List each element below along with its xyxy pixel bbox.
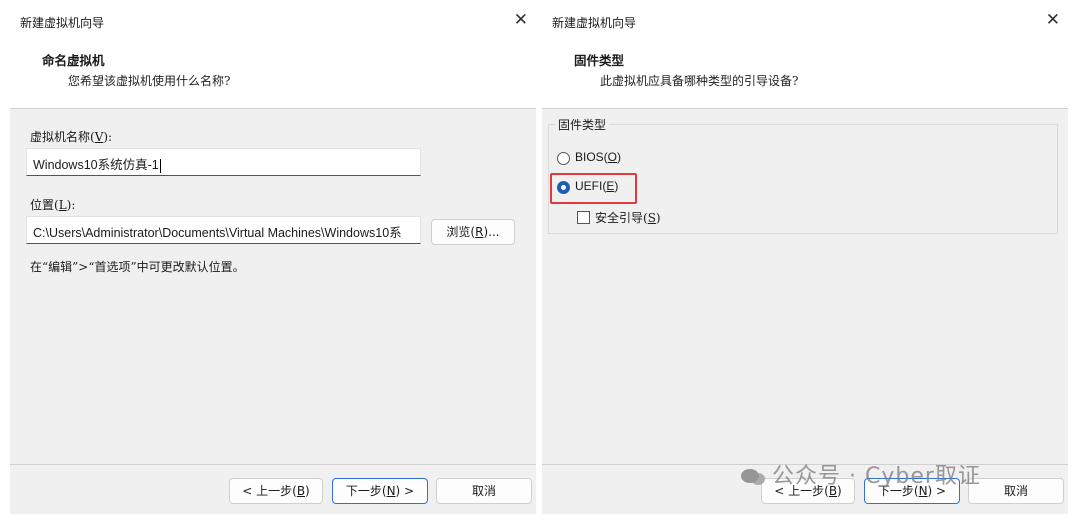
location-label: 位置(L): (30, 198, 76, 212)
watermark: 公众号 · Cyber取证 (740, 458, 981, 490)
window-title: 新建虚拟机向导 (552, 16, 637, 30)
bios-radio-label[interactable]: BIOS(O) (575, 150, 621, 164)
location-input[interactable]: C:\Users\Administrator\Documents\Virtual… (26, 216, 421, 244)
cancel-button[interactable]: 取消 (968, 478, 1064, 504)
uefi-radio-label[interactable]: UEFI(E) (575, 179, 618, 193)
close-icon[interactable]: ✕ (514, 10, 528, 30)
secure-boot-checkbox[interactable] (577, 211, 590, 224)
uefi-radio[interactable] (557, 181, 570, 194)
wizard-header: 命名虚拟机 您希望该虚拟机使用什么名称? (10, 36, 536, 109)
page-subtitle: 此虚拟机应具备哪种类型的引导设备? (600, 74, 799, 88)
page-title: 命名虚拟机 (42, 53, 105, 68)
groupbox-label: 固件类型 (555, 116, 610, 133)
next-button[interactable]: 下一步(N) > (332, 478, 428, 504)
window-title: 新建虚拟机向导 (20, 16, 105, 30)
name-vm-dialog: 新建虚拟机向导 ✕ 命名虚拟机 您希望该虚拟机使用什么名称? 虚拟机名称(V):… (10, 8, 536, 514)
secure-boot-label[interactable]: 安全引导(S) (595, 209, 661, 226)
cancel-button[interactable]: 取消 (436, 478, 532, 504)
wechat-icon (741, 469, 765, 485)
browse-button[interactable]: 浏览(R)... (431, 219, 515, 245)
page-subtitle: 您希望该虚拟机使用什么名称? (68, 74, 231, 88)
vm-name-label: 虚拟机名称(V): (30, 130, 113, 144)
vm-name-input[interactable]: Windows10系统仿真-1 (26, 148, 421, 176)
close-icon[interactable]: ✕ (1046, 10, 1060, 30)
title-bar: 新建虚拟机向导 ✕ (542, 8, 1068, 36)
bios-radio[interactable] (557, 152, 570, 165)
watermark-text: 公众号 · Cyber取证 (772, 464, 981, 489)
back-button[interactable]: < 上一步(B) (229, 478, 323, 504)
title-bar: 新建虚拟机向导 ✕ (10, 8, 536, 36)
default-location-hint: 在“编辑”>“首选项”中可更改默认位置。 (30, 260, 245, 274)
wizard-header: 固件类型 此虚拟机应具备哪种类型的引导设备? (542, 36, 1068, 109)
page-title: 固件类型 (574, 53, 625, 68)
firmware-type-dialog: 新建虚拟机向导 ✕ 固件类型 此虚拟机应具备哪种类型的引导设备? 固件类型 BI… (542, 8, 1068, 514)
